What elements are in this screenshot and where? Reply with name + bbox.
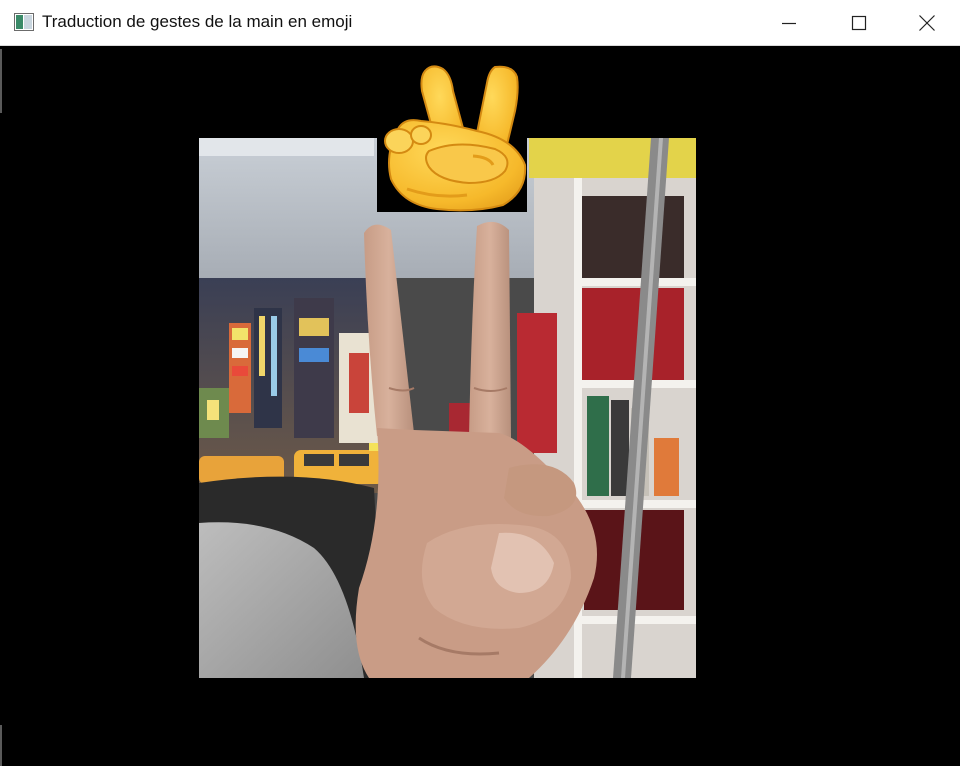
emoji-overlay [377, 61, 527, 212]
close-button[interactable] [894, 0, 960, 46]
close-icon [919, 15, 935, 31]
minimize-icon [782, 22, 796, 25]
window-title: Traduction de gestes de la main en emoji [42, 12, 353, 31]
video-canvas [0, 47, 960, 766]
window-edge-marker [0, 49, 2, 113]
maximize-button[interactable] [824, 0, 894, 46]
minimize-button[interactable] [754, 0, 824, 46]
app-icon [14, 13, 34, 31]
webcam-image [199, 138, 696, 678]
title-bar: Traduction de gestes de la main en emoji [0, 0, 960, 46]
victory-hand-emoji-icon [384, 65, 527, 212]
maximize-icon [851, 15, 867, 31]
window-edge-marker [0, 725, 2, 766]
webcam-frame [199, 138, 696, 678]
